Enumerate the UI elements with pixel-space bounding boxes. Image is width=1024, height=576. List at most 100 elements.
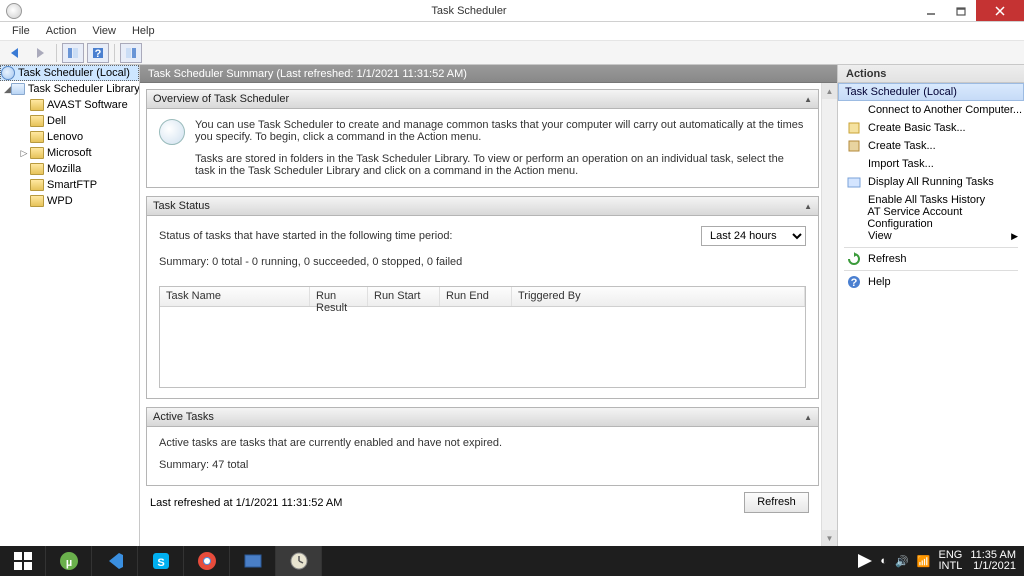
show-hide-action-button[interactable] bbox=[120, 43, 142, 63]
taskbar[interactable]: µ S ◐ 🔊 📶 ENG INTL 11:35 AM 1/1/2021 bbox=[0, 546, 1024, 576]
overview-panel-body: You can use Task Scheduler to create and… bbox=[146, 109, 819, 188]
folder-icon bbox=[30, 147, 44, 159]
action-at-service[interactable]: AT Service Account Configuration bbox=[838, 209, 1024, 227]
tree-item-microsoft[interactable]: ▷Microsoft bbox=[0, 145, 139, 161]
toolbar-separator bbox=[56, 44, 57, 62]
wizard-icon bbox=[846, 120, 862, 136]
tree-item-smartftp[interactable]: SmartFTP bbox=[0, 177, 139, 193]
import-icon bbox=[846, 156, 862, 172]
start-button[interactable] bbox=[0, 546, 46, 576]
tray-language[interactable]: ENG INTL bbox=[938, 550, 962, 572]
submenu-arrow-icon: ▶ bbox=[1011, 231, 1018, 242]
tree-root[interactable]: Task Scheduler (Local) bbox=[0, 65, 139, 81]
taskbar-app-vscode[interactable] bbox=[92, 546, 138, 576]
col-run-start[interactable]: Run Start bbox=[368, 287, 440, 306]
tray-volume-icon[interactable]: 🔊 bbox=[895, 555, 909, 568]
menu-action[interactable]: Action bbox=[38, 23, 85, 39]
history-icon bbox=[846, 192, 862, 208]
details-pane: Task Scheduler Summary (Last refreshed: … bbox=[140, 65, 837, 546]
help-icon: ? bbox=[846, 274, 862, 290]
overview-title: Overview of Task Scheduler bbox=[153, 93, 289, 105]
tree-item-mozilla[interactable]: Mozilla bbox=[0, 161, 139, 177]
action-refresh[interactable]: Refresh bbox=[838, 250, 1024, 268]
col-run-result[interactable]: Run Result bbox=[310, 287, 368, 306]
show-hide-tree-button[interactable] bbox=[62, 43, 84, 63]
minimize-button[interactable] bbox=[916, 0, 946, 21]
separator bbox=[844, 247, 1018, 248]
scheduler-icon bbox=[1, 66, 15, 80]
collapse-icon[interactable]: ▲ bbox=[804, 413, 812, 422]
tree-collapse-icon[interactable]: ▷ bbox=[18, 148, 30, 159]
tray-clock[interactable]: 11:35 AM 1/1/2021 bbox=[970, 550, 1016, 572]
menu-help[interactable]: Help bbox=[124, 23, 163, 39]
tree-library[interactable]: ◢ Task Scheduler Library bbox=[0, 81, 139, 97]
window-controls bbox=[916, 0, 1024, 21]
collapse-icon[interactable]: ▲ bbox=[804, 95, 812, 104]
actions-scope: Task Scheduler (Local) bbox=[838, 83, 1024, 101]
taskbar-app-utorrent[interactable]: µ bbox=[46, 546, 92, 576]
folder-icon bbox=[30, 163, 44, 175]
action-display-running[interactable]: Display All Running Tasks bbox=[838, 173, 1024, 191]
last-refreshed-label: Last refreshed at 1/1/2021 11:31:52 AM bbox=[150, 497, 342, 509]
scroll-up-icon[interactable]: ▲ bbox=[822, 83, 837, 99]
tray-playstore-icon[interactable] bbox=[858, 554, 872, 568]
tree-item-dell[interactable]: Dell bbox=[0, 113, 139, 129]
help-button[interactable]: ? bbox=[87, 43, 109, 63]
task-status-table[interactable]: Task Name Run Result Run Start Run End T… bbox=[159, 286, 806, 388]
tray-app-icon[interactable]: ◐ bbox=[880, 555, 887, 567]
vertical-scrollbar[interactable]: ▲ ▼ bbox=[821, 83, 837, 546]
nav-back-button[interactable] bbox=[4, 43, 26, 63]
active-title: Active Tasks bbox=[153, 411, 214, 423]
col-triggered-by[interactable]: Triggered By bbox=[512, 287, 805, 306]
col-run-end[interactable]: Run End bbox=[440, 287, 512, 306]
console-tree[interactable]: Task Scheduler (Local) ◢ Task Scheduler … bbox=[0, 65, 140, 546]
active-panel-header[interactable]: Active Tasks ▲ bbox=[146, 407, 819, 427]
status-panel-header[interactable]: Task Status ▲ bbox=[146, 196, 819, 216]
action-connect-computer[interactable]: Connect to Another Computer... bbox=[838, 101, 1024, 119]
svg-text:?: ? bbox=[95, 48, 102, 60]
action-import-task[interactable]: Import Task... bbox=[838, 155, 1024, 173]
config-icon bbox=[846, 210, 861, 226]
tree-expand-icon[interactable]: ◢ bbox=[4, 84, 11, 95]
action-create-task[interactable]: Create Task... bbox=[838, 137, 1024, 155]
action-help[interactable]: ?Help bbox=[838, 273, 1024, 291]
taskbar-app-chrome[interactable] bbox=[184, 546, 230, 576]
svg-text:S: S bbox=[157, 557, 164, 569]
menu-view[interactable]: View bbox=[84, 23, 124, 39]
col-task-name[interactable]: Task Name bbox=[160, 287, 310, 306]
period-select[interactable]: Last 24 hours bbox=[701, 226, 806, 246]
taskbar-app-skype[interactable]: S bbox=[138, 546, 184, 576]
close-button[interactable] bbox=[976, 0, 1024, 21]
status-period-label: Status of tasks that have started in the… bbox=[159, 230, 453, 242]
scroll-down-icon[interactable]: ▼ bbox=[822, 530, 837, 546]
window-titlebar: Task Scheduler bbox=[0, 0, 1024, 22]
nav-forward-button[interactable] bbox=[29, 43, 51, 63]
taskbar-app-mmc[interactable] bbox=[230, 546, 276, 576]
window-title: Task Scheduler bbox=[22, 5, 916, 17]
active-panel-body: Active tasks are tasks that are currentl… bbox=[146, 427, 819, 486]
svg-text:?: ? bbox=[851, 277, 858, 289]
clock-icon bbox=[159, 119, 185, 145]
status-summary: Summary: 0 total - 0 running, 0 succeede… bbox=[159, 256, 806, 268]
menu-bar: File Action View Help bbox=[0, 22, 1024, 41]
taskbar-app-taskscheduler[interactable] bbox=[276, 546, 322, 576]
refresh-button[interactable]: Refresh bbox=[744, 492, 809, 513]
overview-text-1: You can use Task Scheduler to create and… bbox=[195, 119, 806, 143]
maximize-button[interactable] bbox=[946, 0, 976, 21]
collapse-icon[interactable]: ▲ bbox=[804, 202, 812, 211]
tree-item-lenovo[interactable]: Lenovo bbox=[0, 129, 139, 145]
tray-network-icon[interactable]: 📶 bbox=[917, 555, 931, 568]
folder-icon bbox=[11, 83, 25, 95]
task-icon bbox=[846, 138, 862, 154]
tree-item-avast[interactable]: AVAST Software bbox=[0, 97, 139, 113]
action-create-basic-task[interactable]: Create Basic Task... bbox=[838, 119, 1024, 137]
system-tray[interactable]: ◐ 🔊 📶 ENG INTL 11:35 AM 1/1/2021 bbox=[858, 550, 1024, 572]
overview-panel-header[interactable]: Overview of Task Scheduler ▲ bbox=[146, 89, 819, 109]
tree-item-wpd[interactable]: WPD bbox=[0, 193, 139, 209]
actions-pane: Actions Task Scheduler (Local) Connect t… bbox=[837, 65, 1024, 546]
svg-text:µ: µ bbox=[65, 557, 71, 569]
toolbar-separator bbox=[114, 44, 115, 62]
folder-icon bbox=[30, 195, 44, 207]
menu-file[interactable]: File bbox=[4, 23, 38, 39]
folder-icon bbox=[30, 131, 44, 143]
